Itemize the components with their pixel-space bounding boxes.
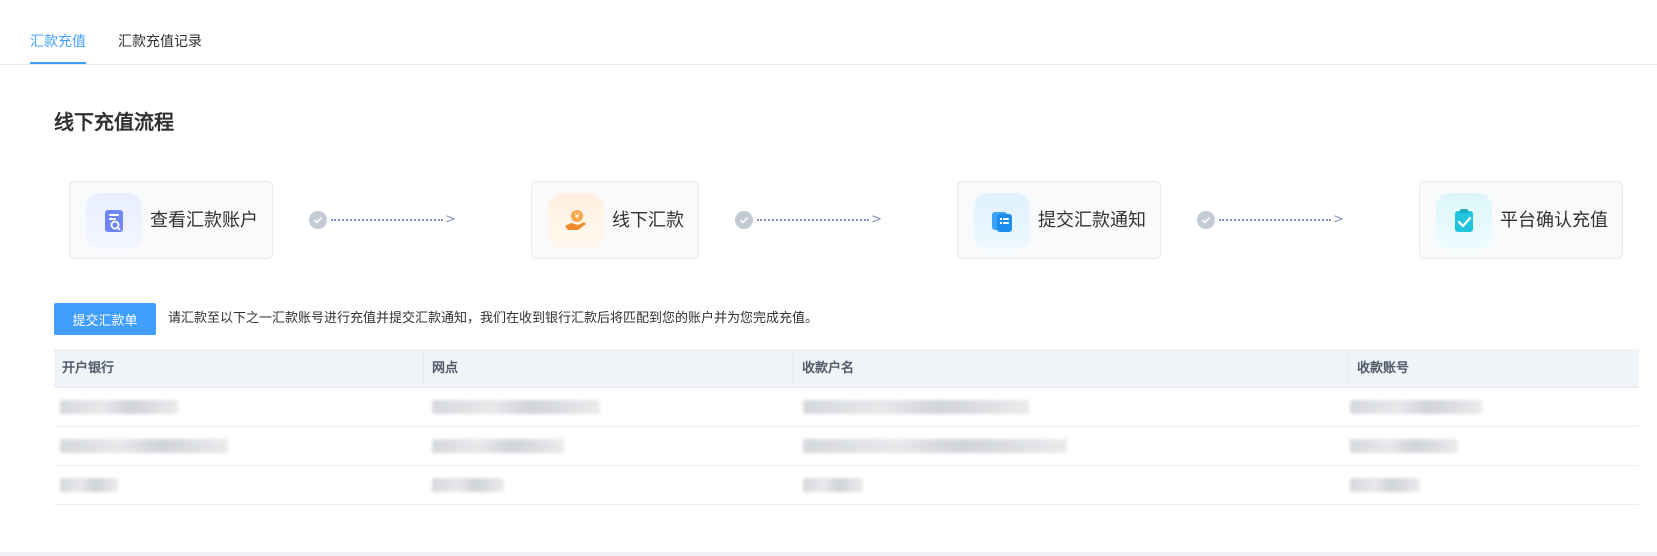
active-tab-indicator <box>30 62 86 64</box>
step-label: 提交汇款通知 <box>1038 210 1146 231</box>
tab-remittance-records[interactable]: 汇款充值记录 <box>118 32 202 52</box>
submit-remittance-button[interactable]: 提交汇款单 <box>54 303 156 335</box>
recharge-panel: 汇款充值 汇款充值记录 线下充值流程 查看汇款账户 > ¥ 线下汇款 > 提交汇… <box>0 0 1657 552</box>
clipboard-check-icon <box>1436 193 1492 249</box>
remittance-notice: 请汇款至以下之一汇款账号进行充值并提交汇款通知，我们在收到银行汇款后将匹配到您的… <box>168 311 819 326</box>
dotted-line <box>1219 219 1331 221</box>
svg-text:¥: ¥ <box>574 212 579 221</box>
step-label: 平台确认充值 <box>1500 210 1608 231</box>
redacted-cell <box>1348 388 1639 427</box>
redacted-cell <box>793 427 1348 466</box>
column-header-account-name: 收款户名 <box>793 349 1348 388</box>
step-view-account: 查看汇款账户 <box>69 181 273 259</box>
tab-remittance-recharge[interactable]: 汇款充值 <box>30 32 86 52</box>
clipboard-list-icon <box>974 193 1030 249</box>
column-header-account-number: 收款账号 <box>1348 349 1639 388</box>
step-connector: > <box>1197 211 1347 229</box>
table-header: 开户银行 网点 收款户名 收款账号 <box>54 349 1639 388</box>
step-submit-notice: 提交汇款通知 <box>957 181 1161 259</box>
redacted-cell <box>423 466 793 505</box>
redacted-cell <box>54 427 423 466</box>
step-label: 线下汇款 <box>612 210 684 231</box>
page-bottom-border <box>0 552 1657 556</box>
step-offline-remittance: ¥ 线下汇款 <box>531 181 699 259</box>
arrow-right-icon: > <box>1333 212 1344 227</box>
check-icon <box>1197 211 1215 229</box>
column-header-bank: 开户银行 <box>62 361 115 376</box>
tab-bar: 汇款充值 汇款充值记录 <box>0 0 1657 65</box>
section-title: 线下充值流程 <box>54 110 174 134</box>
redacted-cell <box>54 388 423 427</box>
redacted-cell <box>793 466 1348 505</box>
arrow-right-icon: > <box>445 212 456 227</box>
step-connector: > <box>735 211 885 229</box>
redacted-cell <box>793 388 1348 427</box>
table-row <box>54 466 1639 505</box>
redacted-cell <box>54 466 423 505</box>
dotted-line <box>331 219 443 221</box>
redacted-cell <box>1348 427 1639 466</box>
column-header-branch: 网点 <box>423 349 793 388</box>
redacted-cell <box>423 427 793 466</box>
table-row <box>54 388 1639 427</box>
dotted-line <box>757 219 869 221</box>
step-platform-confirm: 平台确认充值 <box>1419 181 1623 259</box>
arrow-right-icon: > <box>871 212 882 227</box>
table-row <box>54 427 1639 466</box>
check-icon <box>309 211 327 229</box>
search-document-icon <box>86 193 142 249</box>
hand-coin-icon: ¥ <box>548 193 604 249</box>
step-label: 查看汇款账户 <box>150 210 258 231</box>
check-icon <box>735 211 753 229</box>
redacted-cell <box>423 388 793 427</box>
redacted-cell <box>1348 466 1639 505</box>
step-connector: > <box>309 211 459 229</box>
